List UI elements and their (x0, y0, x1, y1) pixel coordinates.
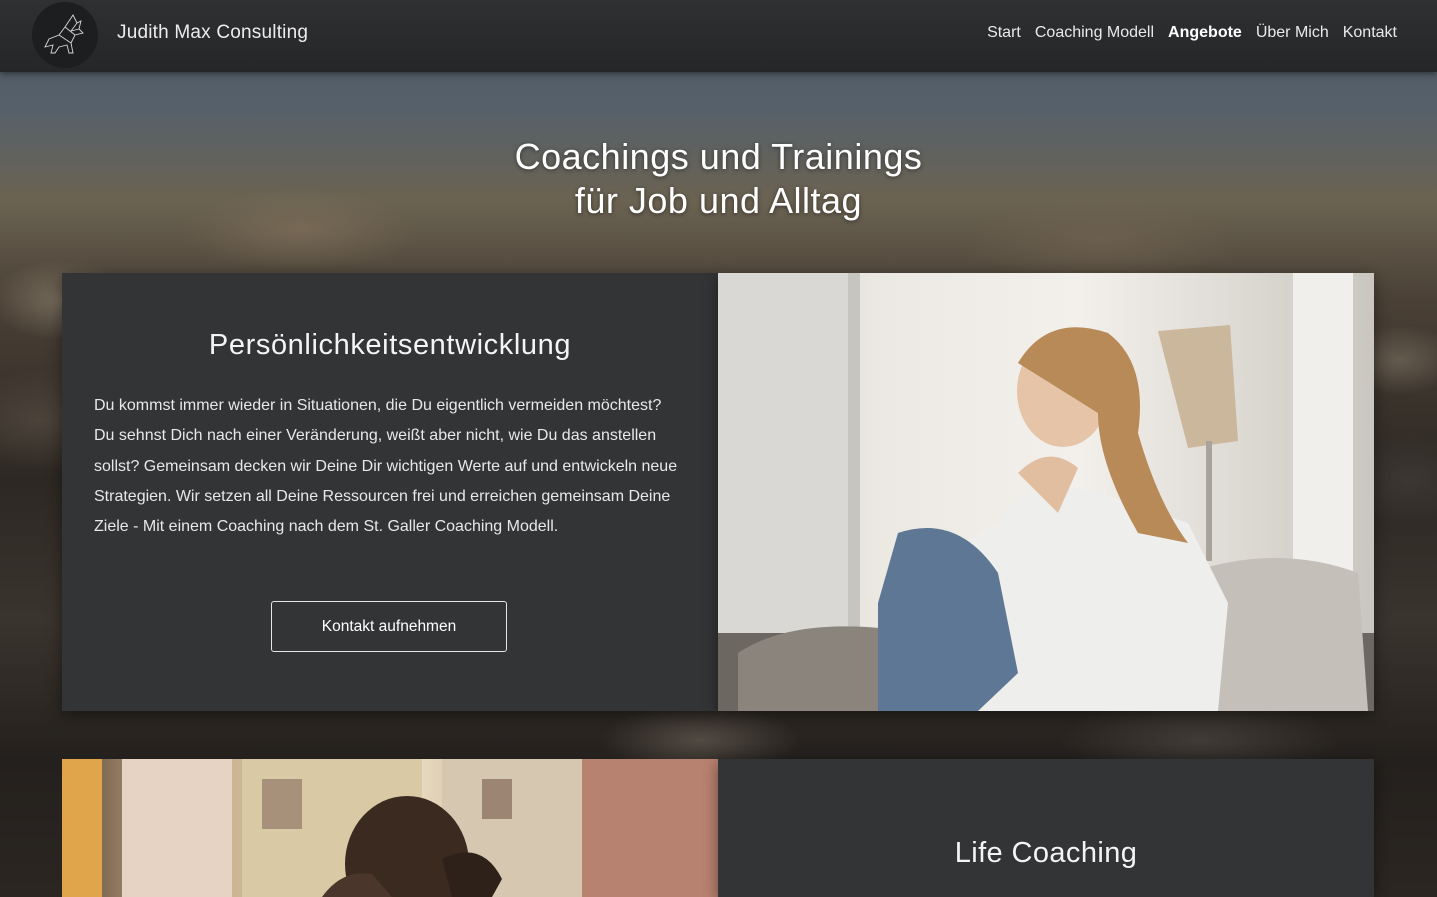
site-brand-name[interactable]: Judith Max Consulting (117, 22, 308, 44)
section-title: Life Coaching (954, 837, 1138, 869)
hero-title-line-2: für Job und Alltag (574, 180, 863, 221)
man-holding-head-photo (62, 759, 718, 897)
contact-button[interactable]: Kontakt aufnehmen (271, 601, 507, 652)
nav-item-coaching-modell[interactable]: Coaching Modell (1035, 24, 1154, 42)
nav-item-ueber-mich[interactable]: Über Mich (1256, 24, 1329, 42)
nav-item-kontakt[interactable]: Kontakt (1343, 24, 1397, 42)
hero-title-line-1: Coachings und Trainings (514, 136, 923, 177)
nav-item-start[interactable]: Start (987, 24, 1021, 42)
woman-sitting-on-sofa-photo (718, 273, 1374, 711)
top-navigation-bar: Judith Max Consulting Start Coaching Mod… (0, 0, 1437, 72)
life-coaching-card: Life Coaching (718, 759, 1374, 897)
section-title: Persönlichkeitsentwicklung (208, 329, 572, 361)
wolf-logo-icon[interactable] (32, 2, 98, 68)
hero-title: Coachings und Trainings für Job und Allt… (0, 135, 1437, 223)
personality-development-card: Persönlichkeitsentwicklung Du kommst imm… (62, 273, 718, 711)
nav-item-angebote[interactable]: Angebote (1168, 24, 1242, 42)
main-nav: Start Coaching Modell Angebote Über Mich… (987, 24, 1397, 42)
section-description: Du kommst immer wieder in Situationen, d… (94, 397, 678, 536)
